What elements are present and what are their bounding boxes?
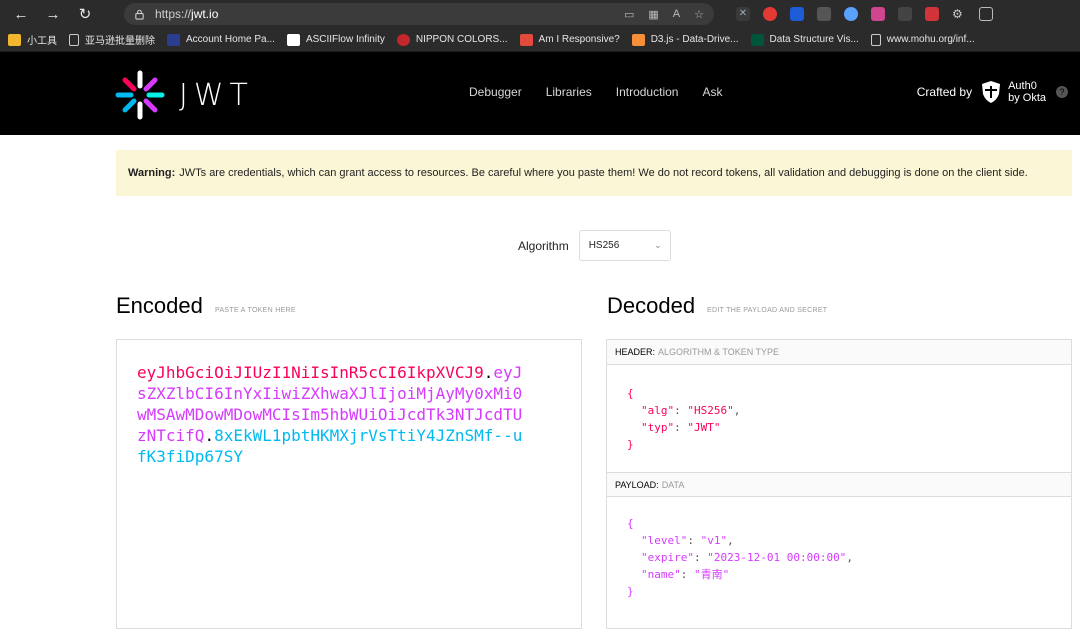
bookmark-item[interactable]: Am I Responsive? [519, 33, 620, 46]
page-icon [870, 33, 881, 46]
folder-icon [8, 33, 21, 46]
bookmarks-bar: 小工具 亚马逊批量删除 Account Home Pa... ASCIIFlow… [0, 28, 1080, 52]
nav-introduction[interactable]: Introduction [616, 85, 679, 99]
main-nav: Debugger Libraries Introduction Ask [469, 85, 722, 99]
jwt-logo-icon [115, 70, 165, 120]
algorithm-selector: Algorithm HS256 ⌄ [518, 230, 671, 261]
read-aloud-icon[interactable]: A [673, 8, 680, 21]
token-dot: . [204, 426, 215, 445]
extension-circle-icon[interactable] [844, 7, 858, 21]
bookmark-item[interactable]: 小工具 [8, 32, 57, 47]
decoded-subtitle: EDIT THE PAYLOAD AND SECRET [707, 307, 828, 314]
page-icon [69, 33, 79, 46]
lock-icon [135, 9, 144, 20]
algorithm-select[interactable]: HS256 ⌄ [578, 230, 671, 261]
extension-shield-icon[interactable] [763, 7, 777, 21]
json-line: "name": "青南" [641, 568, 730, 581]
header-json-editor[interactable]: { "alg": "HS256", "typ": "JWT" } [607, 365, 1071, 472]
warning-text: JWTs are credentials, which can grant ac… [179, 167, 1028, 179]
back-arrow-icon[interactable]: ← [8, 3, 34, 25]
extension-face-icon[interactable] [898, 7, 912, 21]
decoded-panel: HEADER: ALGORITHM & TOKEN TYPE { "alg": … [606, 339, 1072, 629]
responsive-icon [519, 33, 533, 46]
chevron-down-icon: ⌄ [654, 240, 662, 250]
encoded-subtitle: PASTE A TOKEN HERE [215, 307, 296, 314]
encoded-title: Encoded [116, 293, 203, 318]
extension-bitwarden-icon[interactable] [790, 7, 804, 21]
extensions-puzzle-icon[interactable]: ⚙ [952, 7, 966, 21]
jwt-logo[interactable]: JWT [115, 70, 254, 120]
auth0-brand: Auth0 by Okta [1008, 80, 1046, 104]
bookmark-item[interactable]: NIPPON COLORS... [396, 33, 508, 46]
logo-text: JWT [179, 77, 254, 113]
nav-debugger[interactable]: Debugger [469, 85, 522, 99]
address-bar[interactable]: https://jwt.io ▭ ▦ A ☆ [124, 3, 714, 25]
encoded-token-input[interactable]: eyJhbGciOiJIUzI1NiIsInR5cCI6IkpXVCJ9.eyJ… [116, 339, 582, 629]
bookmark-item[interactable]: www.mohu.org/inf... [870, 33, 975, 46]
auth0-shield-icon [982, 81, 1001, 103]
bookmark-item[interactable]: D3.js - Data-Drive... [631, 33, 739, 46]
json-line: "expire": "2023-12-01 00:00:00", [641, 551, 853, 564]
extension-h-icon[interactable] [817, 7, 831, 21]
d3-icon [631, 33, 645, 46]
bookmark-item[interactable]: ASCIIFlow Infinity [286, 33, 385, 46]
extension-red-icon[interactable] [925, 7, 939, 21]
url-host: jwt.io [191, 7, 219, 21]
url-scheme: https:// [155, 7, 192, 21]
bookmark-item[interactable]: 亚马逊批量删除 [69, 32, 155, 47]
site-header: JWT Debugger Libraries Introduction Ask … [0, 52, 1080, 135]
token-header-part: eyJhbGciOiJIUzI1NiIsInR5cCI6IkpXVCJ9 [137, 363, 484, 382]
nippon-icon [396, 33, 410, 46]
browser-toolbar: ← → ↻ https://jwt.io ▭ ▦ A ☆ ✕ ⚙ [0, 0, 1080, 28]
nav-libraries[interactable]: Libraries [546, 85, 592, 99]
json-line: "level": "v1", [641, 534, 734, 547]
token-dot: . [483, 363, 494, 382]
extension-translate-icon[interactable] [871, 7, 885, 21]
header-section-title: HEADER: ALGORITHM & TOKEN TYPE [607, 340, 1071, 365]
algorithm-label: Algorithm [518, 238, 569, 253]
payload-section-title: PAYLOAD: DATA [607, 472, 1071, 497]
token-text: eyJhbGciOiJIUzI1NiIsInR5cCI6IkpXVCJ9.eyJ… [137, 362, 527, 467]
bookmark-item[interactable]: Account Home Pa... [167, 33, 275, 46]
split-view-icon[interactable] [979, 7, 993, 21]
reload-icon[interactable]: ↻ [72, 3, 98, 25]
grid-icon[interactable]: ▦ [648, 8, 658, 21]
nav-ask[interactable]: Ask [702, 85, 722, 99]
json-line: "typ": "JWT" [641, 421, 721, 434]
warning-label: Warning: [128, 167, 176, 179]
payload-json-editor[interactable]: { "level": "v1", "expire": "2023-12-01 0… [607, 497, 1071, 600]
forward-arrow-icon[interactable]: → [40, 3, 66, 25]
crafted-by[interactable]: Crafted by Auth0 by Okta ? [917, 80, 1068, 104]
bookmark-item[interactable]: Data Structure Vis... [750, 33, 859, 46]
account-icon [167, 33, 180, 46]
help-icon[interactable]: ? [1056, 86, 1068, 98]
install-app-icon[interactable]: ▭ [624, 8, 634, 21]
favorite-star-icon[interactable]: ☆ [694, 8, 704, 21]
extension-x-icon[interactable]: ✕ [736, 7, 750, 21]
json-line: "alg": "HS256", [641, 404, 741, 417]
asciiflow-icon [286, 33, 300, 46]
decoded-title: Decoded [607, 293, 696, 318]
crafted-by-label: Crafted by [916, 85, 973, 99]
usf-icon [750, 33, 764, 46]
warning-banner: Warning: JWTs are credentials, which can… [116, 150, 1072, 196]
